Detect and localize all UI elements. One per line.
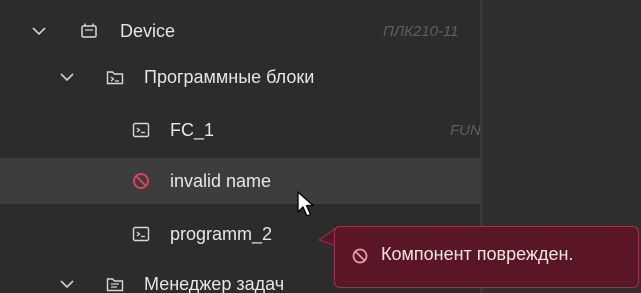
error-tooltip: Компонент поврежден.	[334, 226, 639, 288]
mouse-cursor-icon	[297, 191, 314, 217]
tree-item-label: Программные блоки	[144, 66, 315, 87]
tree-item-label: FC_1	[170, 119, 215, 140]
fc1-subtitle: FUN	[450, 121, 480, 139]
task-folder-icon	[106, 275, 124, 293]
chevron-down-icon[interactable]	[60, 70, 74, 84]
tree-item-label: Device	[120, 20, 176, 41]
terminal-icon	[132, 121, 150, 139]
prohibited-icon	[132, 172, 150, 190]
tooltip-text: Компонент поврежден.	[381, 244, 574, 264]
tree-item-label: invalid name	[170, 170, 272, 191]
terminal-icon	[132, 225, 150, 243]
tree-item-label: Менеджер задач	[144, 273, 285, 293]
folder-code-icon	[106, 68, 124, 86]
device-icon	[80, 22, 98, 40]
device-subtitle: ПЛК210-11	[383, 22, 459, 40]
chevron-down-icon[interactable]	[60, 277, 74, 291]
tree-item-fc1[interactable]: FC_1 FUN	[0, 108, 480, 152]
prohibited-icon	[352, 248, 368, 264]
tree-item-program-blocks[interactable]: Программные блоки	[0, 55, 480, 99]
tree-item-invalid-name[interactable]: invalid name	[0, 158, 480, 204]
chevron-down-icon[interactable]	[32, 24, 46, 38]
tree-item-device[interactable]: Device ПЛК210-11	[0, 9, 480, 53]
tree-item-label: programm_2	[170, 223, 273, 244]
